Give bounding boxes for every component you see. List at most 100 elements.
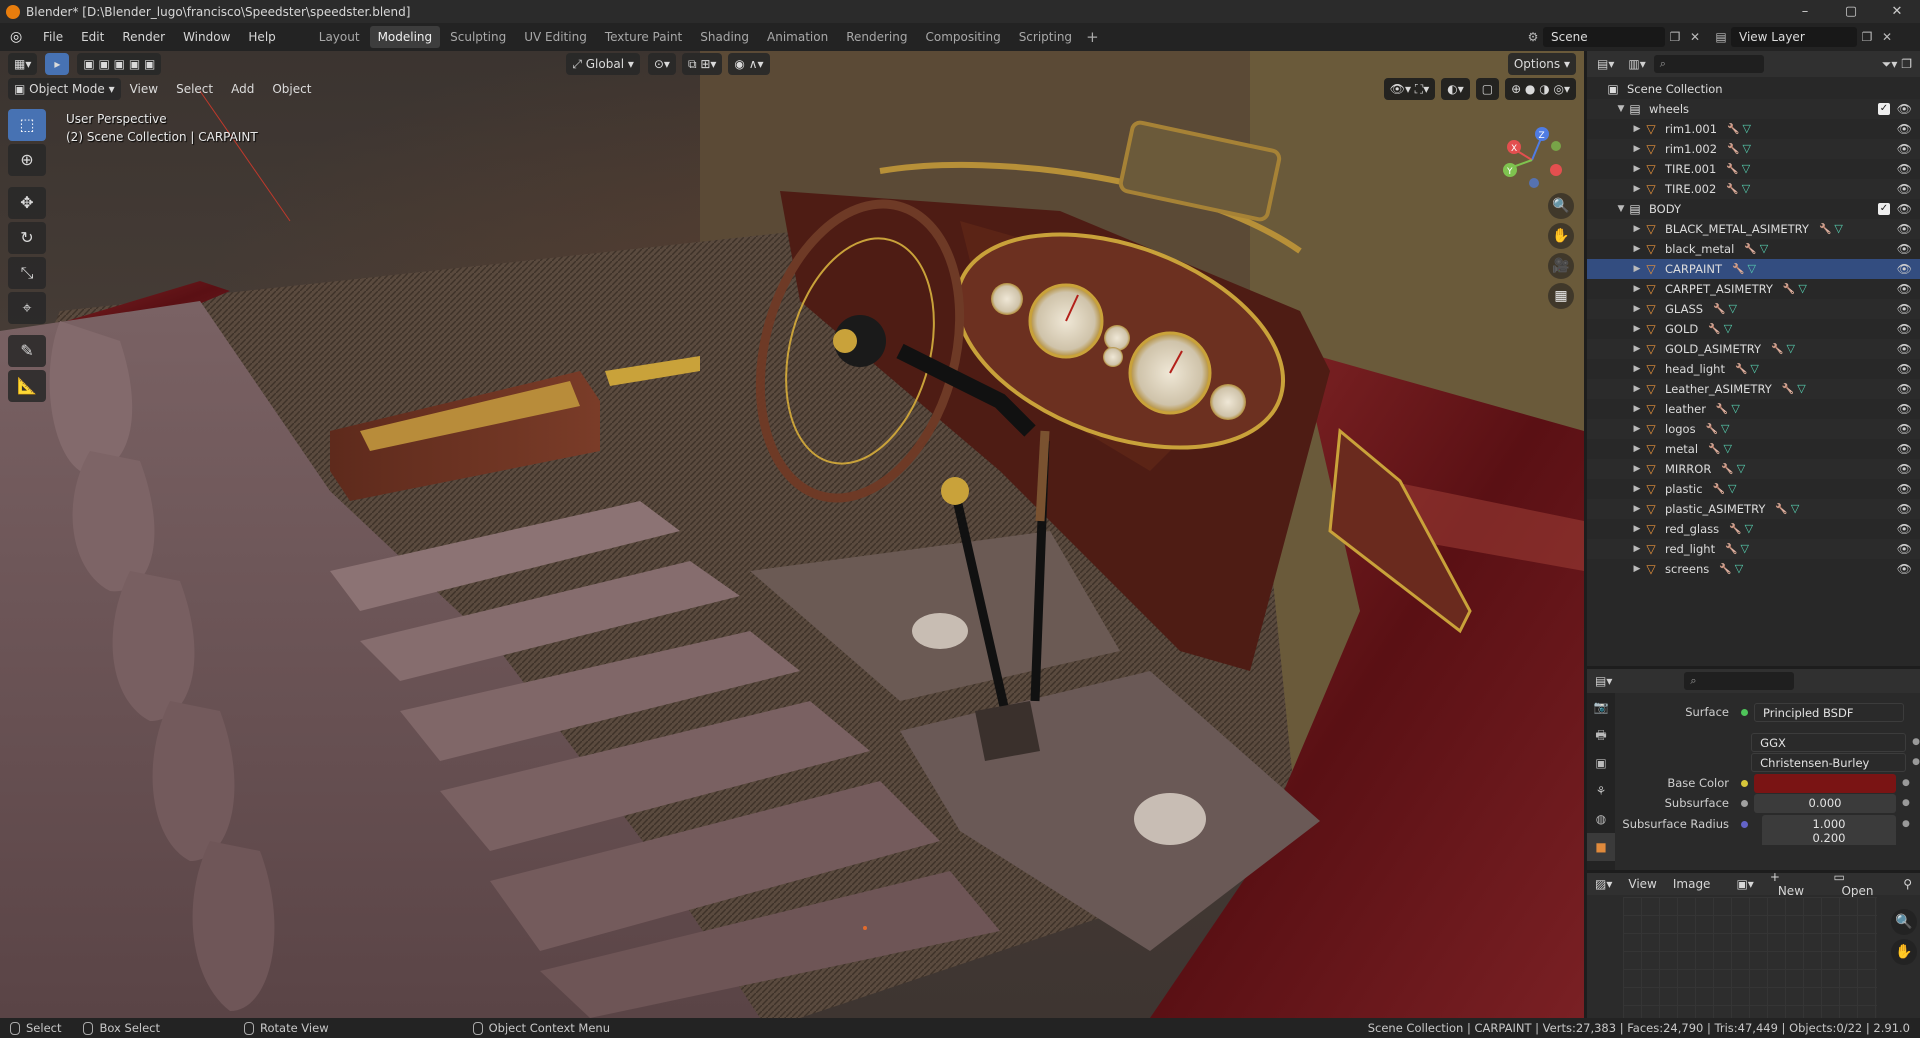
tab-rendering[interactable]: Rendering bbox=[838, 26, 915, 48]
tab-animation[interactable]: Animation bbox=[759, 26, 836, 48]
3d-viewport[interactable]: ▦▾ ▸ ▣ ▣ ▣ ▣ ▣ ⤢ Global ▾ ⊙▾ ⧉ ⊞▾ ◉ ∧▾ O… bbox=[0, 51, 1584, 1018]
modifier-wrench-icon[interactable]: 🔧 bbox=[1708, 324, 1723, 335]
scene-field[interactable]: Scene bbox=[1543, 27, 1665, 47]
modifier-wrench-icon[interactable]: 🔧 bbox=[1716, 404, 1731, 415]
surface-shader-field[interactable]: Principled BSDF bbox=[1754, 702, 1904, 722]
menu-edit[interactable]: Edit bbox=[72, 23, 113, 51]
menu-view[interactable]: View bbox=[121, 77, 167, 101]
pin-image-icon[interactable]: ⚲ bbox=[1895, 877, 1920, 891]
outliner-collection-wheels[interactable]: ▼ ▤ wheels ✓ 👁 bbox=[1587, 99, 1920, 119]
outliner-object-row[interactable]: ▶ ▽ GOLD 🔧▽ 👁 bbox=[1587, 319, 1920, 339]
tab-shading[interactable]: Shading bbox=[692, 26, 757, 48]
outliner-object-row[interactable]: ▶ ▽ BLACK_METAL_ASIMETRY 🔧▽ 👁 bbox=[1587, 219, 1920, 239]
mesh-data-icon[interactable]: ▽ bbox=[1724, 322, 1735, 335]
visibility-eye-icon[interactable]: 👁 bbox=[1897, 499, 1912, 519]
modifier-data-icons[interactable]: 🔧▽ bbox=[1713, 299, 1740, 320]
exclude-checkbox[interactable]: ✓ bbox=[1878, 103, 1890, 115]
modifier-data-icons[interactable]: 🔧▽ bbox=[1783, 279, 1810, 300]
mesh-data-icon[interactable]: ▽ bbox=[1731, 402, 1742, 415]
outliner-collection-body[interactable]: ▼ ▤ BODY ✓ 👁 bbox=[1587, 199, 1920, 219]
expand-arrow-icon[interactable]: ▶ bbox=[1631, 119, 1643, 139]
move-tool-icon[interactable]: ✥ bbox=[8, 187, 46, 219]
expand-arrow-icon[interactable]: ▶ bbox=[1631, 499, 1643, 519]
visibility-eye-icon[interactable]: 👁 bbox=[1897, 319, 1912, 339]
modifier-data-icons[interactable]: 🔧▽ bbox=[1771, 339, 1798, 360]
expand-arrow-icon[interactable]: ▶ bbox=[1631, 559, 1643, 579]
modifier-wrench-icon[interactable]: 🔧 bbox=[1727, 144, 1742, 155]
expand-arrow-icon[interactable]: ▶ bbox=[1631, 179, 1643, 199]
expand-arrow-icon[interactable]: ▶ bbox=[1631, 319, 1643, 339]
add-workspace-icon[interactable]: + bbox=[1086, 28, 1099, 46]
modifier-data-icons[interactable]: 🔧▽ bbox=[1726, 159, 1753, 180]
modifier-data-icons[interactable]: 🔧▽ bbox=[1744, 239, 1771, 260]
visibility-eye-icon[interactable]: 👁 bbox=[1897, 139, 1912, 159]
tab-output-icon[interactable]: 🖶 bbox=[1587, 721, 1615, 749]
mesh-data-icon[interactable]: ▽ bbox=[1798, 282, 1809, 295]
transform-tool-icon[interactable]: ⌖ bbox=[8, 292, 46, 324]
tab-world-icon[interactable]: ◍ bbox=[1587, 805, 1615, 833]
tab-render-icon[interactable]: 📷 bbox=[1587, 693, 1615, 721]
visibility-eye-icon[interactable]: 👁 bbox=[1897, 439, 1912, 459]
mesh-data-icon[interactable]: ▽ bbox=[1743, 122, 1754, 135]
mesh-data-icon[interactable]: ▽ bbox=[1742, 182, 1753, 195]
modifier-data-icons[interactable]: 🔧▽ bbox=[1708, 319, 1735, 340]
expand-arrow-icon[interactable]: ▶ bbox=[1631, 219, 1643, 239]
modifier-data-icons[interactable]: 🔧▽ bbox=[1732, 259, 1759, 280]
scale-tool-icon[interactable]: ⤡ bbox=[8, 257, 46, 289]
editor-type-icon[interactable]: ▦▾ bbox=[8, 53, 38, 75]
modifier-wrench-icon[interactable]: 🔧 bbox=[1725, 544, 1740, 555]
mesh-data-icon[interactable]: ▽ bbox=[1737, 462, 1748, 475]
modifier-wrench-icon[interactable]: 🔧 bbox=[1727, 124, 1742, 135]
outliner-object-row[interactable]: ▶ ▽ black_metal 🔧▽ 👁 bbox=[1587, 239, 1920, 259]
mode-dropdown[interactable]: ▣ Object Mode ▾ bbox=[8, 78, 121, 100]
modifier-wrench-icon[interactable]: 🔧 bbox=[1708, 444, 1723, 455]
outliner-object-row[interactable]: ▶ ▽ plastic_ASIMETRY 🔧▽ 👁 bbox=[1587, 499, 1920, 519]
menu-object[interactable]: Object bbox=[263, 77, 320, 101]
open-image-button[interactable]: ▭ Open bbox=[1825, 870, 1895, 898]
expand-arrow-icon[interactable]: ▼ bbox=[1615, 99, 1627, 119]
outliner-object-row[interactable]: ▶ ▽ red_light 🔧▽ 👁 bbox=[1587, 539, 1920, 559]
expand-arrow-icon[interactable]: ▶ bbox=[1631, 339, 1643, 359]
mesh-data-icon[interactable]: ▽ bbox=[1735, 562, 1746, 575]
tab-uv-editing[interactable]: UV Editing bbox=[516, 26, 595, 48]
new-image-button[interactable]: + New bbox=[1762, 870, 1826, 898]
tab-layout[interactable]: Layout bbox=[311, 26, 368, 48]
modifier-wrench-icon[interactable]: 🔧 bbox=[1706, 424, 1721, 435]
visibility-icons[interactable]: 👁▾ ⛶▾ bbox=[1383, 78, 1436, 100]
zoom-icon[interactable]: 🔍 bbox=[1548, 193, 1574, 219]
visibility-eye-icon[interactable]: 👁 bbox=[1897, 419, 1912, 439]
visibility-eye-icon[interactable]: 👁 bbox=[1897, 379, 1912, 399]
tab-sculpting[interactable]: Sculpting bbox=[442, 26, 514, 48]
gizmo-neg-x[interactable] bbox=[1550, 164, 1562, 176]
outliner-search-input[interactable]: ⌕ bbox=[1653, 55, 1764, 73]
tab-modeling[interactable]: Modeling bbox=[369, 26, 441, 48]
outliner-object-row[interactable]: ▶ ▽ CARPAINT 🔧▽ 👁 bbox=[1587, 259, 1920, 279]
modifier-wrench-icon[interactable]: 🔧 bbox=[1771, 344, 1786, 355]
outliner-object-row[interactable]: ▶ ▽ red_glass 🔧▽ 👁 bbox=[1587, 519, 1920, 539]
mesh-data-icon[interactable]: ▽ bbox=[1797, 382, 1808, 395]
image-zoom-icon[interactable]: 🔍 bbox=[1891, 909, 1917, 935]
visibility-eye-icon[interactable]: 👁 bbox=[1897, 179, 1912, 199]
annotate-tool-icon[interactable]: ✎ bbox=[8, 335, 46, 367]
modifier-wrench-icon[interactable]: 🔧 bbox=[1775, 504, 1790, 515]
shading-mode-icons[interactable]: ⊕ ● ◑ ◎▾ bbox=[1505, 78, 1576, 100]
outliner-object-row[interactable]: ▶ ▽ rim1.001 🔧▽ 👁 bbox=[1587, 119, 1920, 139]
xray-icon[interactable]: ▢ bbox=[1475, 78, 1500, 100]
rotate-tool-icon[interactable]: ↻ bbox=[8, 222, 46, 254]
outliner-object-row[interactable]: ▶ ▽ Leather_ASIMETRY 🔧▽ 👁 bbox=[1587, 379, 1920, 399]
mesh-data-icon[interactable]: ▽ bbox=[1742, 162, 1753, 175]
visibility-eye-icon[interactable]: 👁 bbox=[1897, 279, 1912, 299]
modifier-data-icons[interactable]: 🔧▽ bbox=[1721, 459, 1748, 480]
mesh-data-icon[interactable]: ▽ bbox=[1834, 222, 1845, 235]
delete-scene-icon[interactable]: ✕ bbox=[1685, 27, 1705, 47]
modifier-wrench-icon[interactable]: 🔧 bbox=[1721, 464, 1736, 475]
modifier-wrench-icon[interactable]: 🔧 bbox=[1735, 364, 1750, 375]
options-dropdown[interactable]: Options ▾ bbox=[1507, 53, 1576, 75]
pivot-point-icon[interactable]: ⊙▾ bbox=[647, 53, 676, 75]
subsurface-method-dropdown[interactable]: Christensen-Burley bbox=[1751, 752, 1907, 772]
modifier-data-icons[interactable]: 🔧▽ bbox=[1719, 559, 1746, 580]
visibility-eye-icon[interactable]: 👁 bbox=[1897, 459, 1912, 479]
modifier-data-icons[interactable]: 🔧▽ bbox=[1727, 139, 1754, 160]
outliner-editor-icon[interactable]: ▤▾ bbox=[1597, 57, 1614, 71]
visibility-eye-icon[interactable]: 👁 bbox=[1897, 359, 1912, 379]
